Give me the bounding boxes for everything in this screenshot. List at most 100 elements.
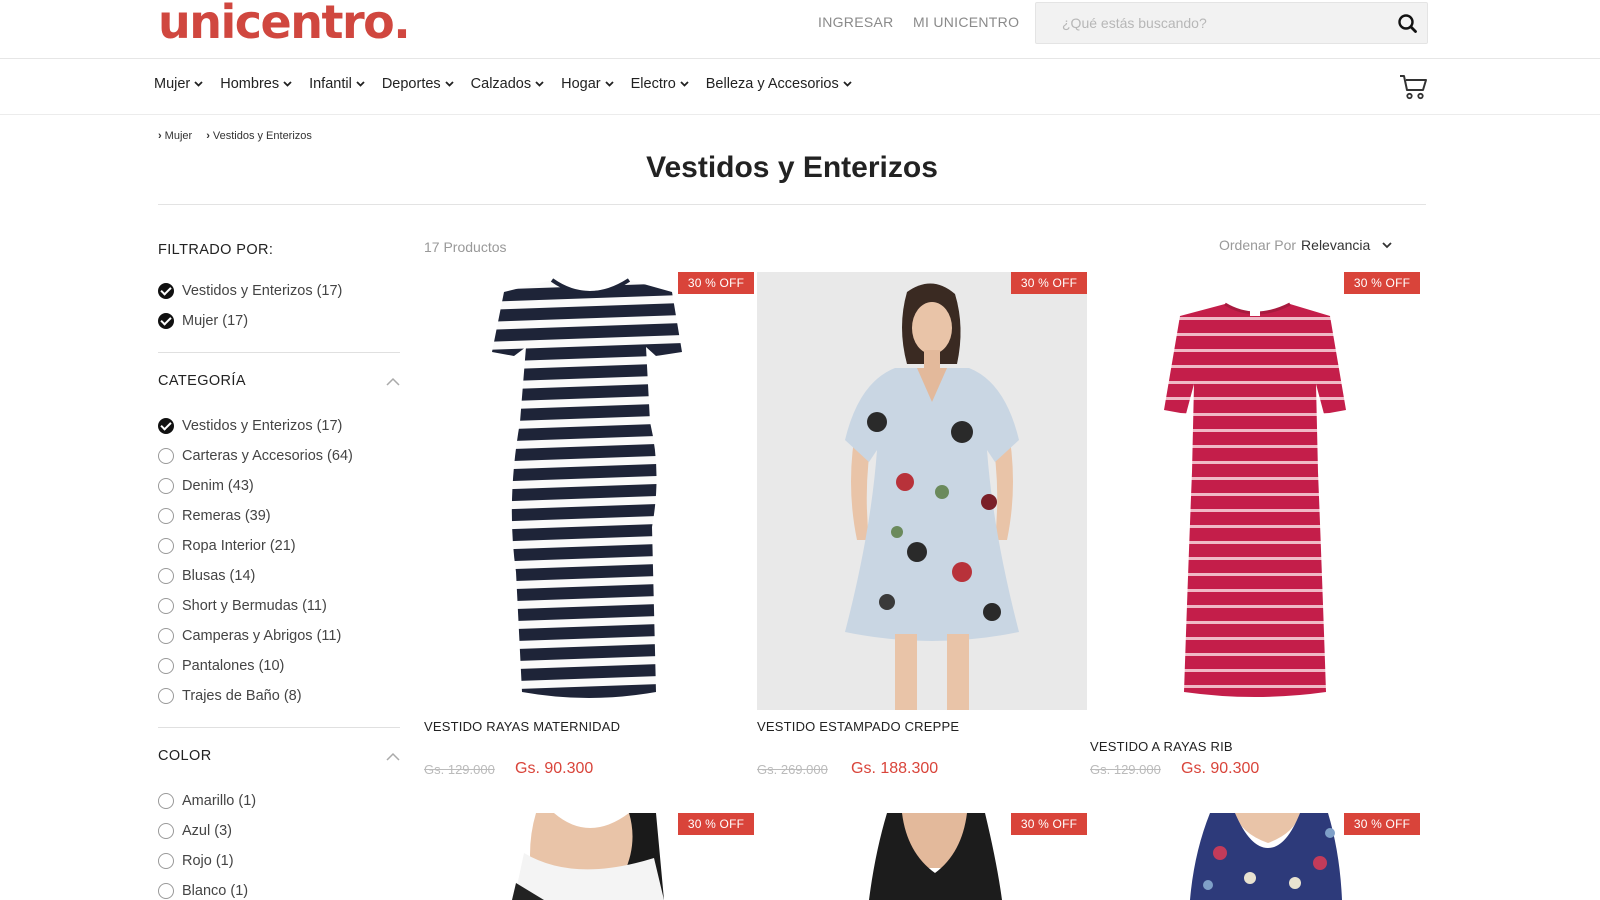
chevron-down-icon: [356, 81, 365, 87]
category-option[interactable]: Camperas y Abrigos (11): [158, 621, 400, 651]
unchecked-circle-icon[interactable]: [158, 538, 174, 554]
unchecked-circle-icon[interactable]: [158, 658, 174, 674]
chevron-right-icon: ›: [158, 130, 162, 142]
color-option[interactable]: Blanco (1): [158, 876, 400, 900]
active-filter-option-label: Mujer (17): [182, 313, 249, 329]
category-option[interactable]: Short y Bermudas (11): [158, 591, 400, 621]
nav-item-hogar[interactable]: Hogar: [561, 76, 614, 92]
top-header: unicentro. INGRESAR MI UNICENTRO: [0, 0, 1600, 59]
category-option[interactable]: Denim (43): [158, 471, 400, 501]
nav-item-label: Electro: [630, 76, 676, 92]
color-options: Amarillo (1) Azul (3) Rojo (1) Blanco (1): [158, 786, 400, 900]
sale-price: Gs. 188.300: [851, 760, 939, 777]
unchecked-circle-icon[interactable]: [158, 793, 174, 809]
unchecked-circle-icon[interactable]: [158, 883, 174, 899]
color-option[interactable]: Amarillo (1): [158, 786, 400, 816]
active-filter-option-label: Vestidos y Enterizos (17): [182, 283, 343, 299]
cart-icon[interactable]: [1399, 73, 1429, 101]
unchecked-circle-icon[interactable]: [158, 568, 174, 584]
category-option[interactable]: Pantalones (10): [158, 651, 400, 681]
nav-item-label: Calzados: [470, 76, 532, 92]
category-option[interactable]: Vestidos y Enterizos (17): [158, 411, 400, 441]
chevron-down-icon: [843, 81, 852, 87]
category-option-label: Pantalones (10): [182, 658, 285, 674]
nav-item-calzados[interactable]: Calzados: [471, 76, 544, 92]
chevron-right-icon: ›: [206, 130, 210, 142]
nav-item-electro[interactable]: Electro: [631, 76, 689, 92]
nav-item-mujer[interactable]: Mujer: [154, 76, 203, 92]
category-options: Vestidos y Enterizos (17) Carteras y Acce…: [158, 411, 400, 711]
category-option[interactable]: Blusas (14): [158, 561, 400, 591]
original-price: Gs. 129.000: [1090, 762, 1161, 777]
checked-circle-icon[interactable]: [158, 418, 174, 434]
discount-badge: 30 % OFF: [1344, 813, 1420, 835]
active-filter-option[interactable]: Vestidos y Enterizos (17): [158, 276, 400, 306]
unchecked-circle-icon[interactable]: [158, 823, 174, 839]
color-option-label: Amarillo (1): [182, 793, 257, 809]
unchecked-circle-icon[interactable]: [158, 853, 174, 869]
product-image-model-black-top[interactable]: 30 % OFF: [757, 813, 1087, 900]
discount-badge: 30 % OFF: [1344, 272, 1420, 294]
chevron-up-icon: [386, 752, 400, 761]
filter-sidebar: FILTRADO POR: Vestidos y Enterizos (17) M…: [158, 236, 400, 900]
unchecked-circle-icon[interactable]: [158, 628, 174, 644]
unchecked-circle-icon[interactable]: [158, 478, 174, 494]
sort-dropdown[interactable]: Ordenar Por Relevancia: [1219, 237, 1392, 253]
nav-item-belleza[interactable]: Belleza y Accesorios: [706, 76, 852, 92]
breadcrumb-item-mujer[interactable]: › Mujer: [158, 130, 192, 142]
product-name[interactable]: VESTIDO A RAYAS RIB: [1090, 739, 1233, 754]
chevron-down-icon: [194, 81, 203, 87]
unchecked-circle-icon[interactable]: [158, 448, 174, 464]
product-image-red-striped-dress[interactable]: 30 % OFF: [1090, 272, 1420, 710]
category-option-label: Short y Bermudas (11): [182, 598, 327, 614]
sort-value: Relevancia: [1301, 237, 1371, 253]
category-option[interactable]: Ropa Interior (21): [158, 531, 400, 561]
category-option-label: Carteras y Accesorios (64): [182, 448, 353, 464]
login-link[interactable]: INGRESAR: [818, 14, 894, 30]
search-icon[interactable]: [1395, 11, 1421, 37]
chevron-down-icon: [283, 81, 292, 87]
category-option-label: Ropa Interior (21): [182, 538, 296, 554]
breadcrumb: › Mujer › Vestidos y Enterizos: [158, 130, 326, 142]
product-image-model-floral-top[interactable]: 30 % OFF: [1090, 813, 1420, 900]
nav-item-hombres[interactable]: Hombres: [220, 76, 292, 92]
category-option[interactable]: Carteras y Accesorios (64): [158, 441, 400, 471]
color-heading: COLOR: [158, 748, 212, 764]
category-option[interactable]: Remeras (39): [158, 501, 400, 531]
divider: [158, 727, 400, 728]
unchecked-circle-icon[interactable]: [158, 508, 174, 524]
product-image-model-white-top[interactable]: 30 % OFF: [424, 813, 754, 900]
search-input[interactable]: [1036, 3, 1376, 43]
nav-item-infantil[interactable]: Infantil: [309, 76, 365, 92]
category-option-label: Denim (43): [182, 478, 254, 494]
active-filter-option[interactable]: Mujer (17): [158, 306, 400, 336]
color-group-toggle[interactable]: COLOR: [158, 744, 400, 768]
category-group-toggle[interactable]: CATEGORÍA: [158, 369, 400, 393]
main-nav: Mujer Hombres Infantil Deportes Calzados Hoga…: [0, 59, 1600, 115]
category-option-label: Vestidos y Enterizos (17): [182, 418, 343, 434]
nav-item-deportes[interactable]: Deportes: [382, 76, 454, 92]
breadcrumb-item-vestidos[interactable]: › Vestidos y Enterizos: [206, 130, 312, 142]
sale-price: Gs. 90.300: [1181, 760, 1260, 777]
product-name[interactable]: VESTIDO ESTAMPADO CREPPE: [757, 719, 959, 734]
category-option[interactable]: Trajes de Baño (8): [158, 681, 400, 711]
original-price: Gs. 269.000: [757, 762, 828, 777]
filtered-by-heading: FILTRADO POR:: [158, 242, 274, 258]
search-box: [1035, 2, 1428, 44]
nav-menu: Mujer Hombres Infantil Deportes Calzados Hoga…: [154, 76, 869, 92]
product-image-striped-maternity-dress[interactable]: 30 % OFF: [424, 272, 754, 710]
unchecked-circle-icon[interactable]: [158, 598, 174, 614]
product-name[interactable]: VESTIDO RAYAS MATERNIDAD: [424, 719, 620, 734]
site-logo[interactable]: unicentro.: [158, 0, 411, 50]
checked-circle-icon[interactable]: [158, 313, 174, 329]
color-option[interactable]: Azul (3): [158, 816, 400, 846]
sort-label: Ordenar Por: [1219, 237, 1297, 253]
my-account-link[interactable]: MI UNICENTRO: [913, 14, 1019, 30]
unchecked-circle-icon[interactable]: [158, 688, 174, 704]
breadcrumb-label: Mujer: [164, 130, 193, 142]
color-option[interactable]: Rojo (1): [158, 846, 400, 876]
page-title: Vestidos y Enterizos: [646, 151, 938, 184]
product-image-floral-dress[interactable]: 30 % OFF: [757, 272, 1087, 710]
chevron-down-icon: [604, 81, 614, 87]
checked-circle-icon[interactable]: [158, 283, 174, 299]
